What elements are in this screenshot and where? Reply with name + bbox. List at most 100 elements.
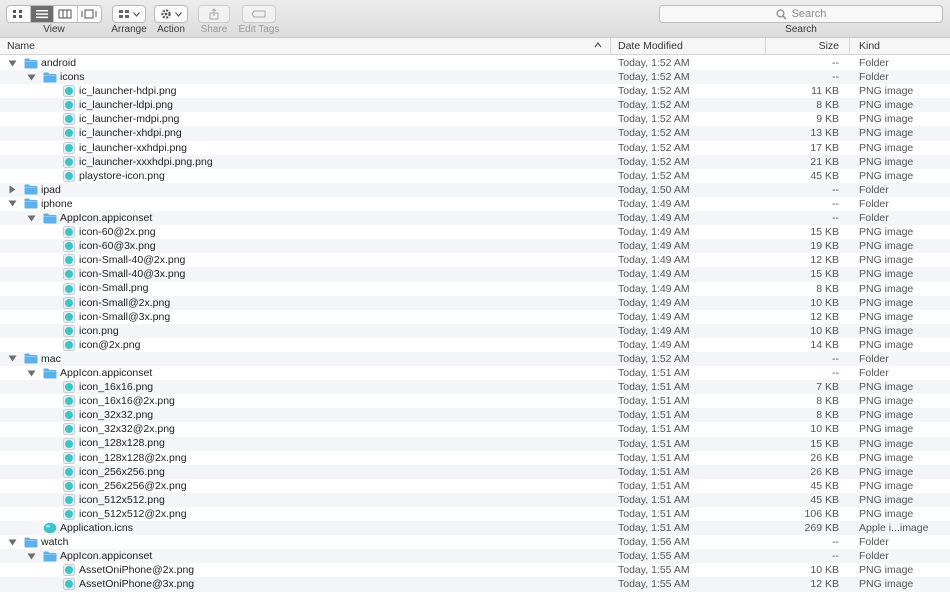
size-cell: 8 KB bbox=[816, 395, 839, 408]
date-modified-cell: Today, 1:51 AM bbox=[618, 381, 690, 394]
disclosure-triangle-open-icon[interactable] bbox=[26, 72, 36, 82]
file-row[interactable]: ic_launcher-hdpi.png Today, 1:52 AM 11 KB P… bbox=[0, 84, 950, 98]
file-row[interactable]: icon-60@3x.png Today, 1:49 AM 19 KB PNG ima… bbox=[0, 239, 950, 254]
name-cell: icon_32x32.png bbox=[0, 408, 153, 422]
png-file-icon bbox=[62, 479, 76, 492]
file-row[interactable]: icon@2x.png Today, 1:49 AM 14 KB PNG image bbox=[0, 338, 950, 352]
png-file-icon bbox=[62, 113, 76, 126]
disclosure-triangle-open-icon[interactable] bbox=[26, 213, 36, 223]
arrange-button[interactable] bbox=[112, 5, 146, 23]
folder-row[interactable]: AppIcon.appiconset Today, 1:49 AM -- Folder bbox=[0, 211, 950, 226]
date-modified-cell: Today, 1:49 AM bbox=[618, 296, 690, 309]
kind-column-header[interactable]: Kind bbox=[850, 38, 950, 54]
name-cell: icon-Small-40@2x.png bbox=[0, 253, 185, 267]
file-row[interactable]: AssetOniPhone@3x.png Today, 1:55 AM 12 KB P… bbox=[0, 577, 950, 592]
folder-row[interactable]: ipad Today, 1:50 AM -- Folder bbox=[0, 182, 950, 197]
folder-row[interactable]: watch Today, 1:56 AM -- Folder bbox=[0, 535, 950, 549]
share-button[interactable] bbox=[198, 5, 230, 23]
date-modified-cell: Today, 1:49 AM bbox=[618, 254, 690, 267]
disclosure-triangle-open-icon[interactable] bbox=[7, 354, 17, 364]
file-row[interactable]: Application.icns Today, 1:51 AM 269 KB Appl… bbox=[0, 521, 950, 536]
disclosure-triangle-open-icon[interactable] bbox=[7, 199, 17, 209]
file-row[interactable]: icon-Small@3x.png Today, 1:49 AM 12 KB PNG … bbox=[0, 310, 950, 324]
disclosure-triangle-open-icon[interactable] bbox=[7, 58, 17, 68]
name-column-header[interactable]: Name bbox=[0, 38, 611, 54]
file-row[interactable]: ic_launcher-mdpi.png Today, 1:52 AM 9 KB PN… bbox=[0, 112, 950, 126]
file-row[interactable]: icon_32x32.png Today, 1:51 AM 8 KB PNG imag… bbox=[0, 408, 950, 423]
file-row[interactable]: icon_128x128.png Today, 1:51 AM 15 KB PNG i… bbox=[0, 436, 950, 451]
file-row[interactable]: playstore-icon.png Today, 1:52 AM 45 KB PNG… bbox=[0, 169, 950, 183]
file-row[interactable]: icon-Small-40@3x.png Today, 1:49 AM 15 KB P… bbox=[0, 267, 950, 282]
icns-file-icon bbox=[43, 522, 57, 534]
date-modified-cell: Today, 1:51 AM bbox=[618, 409, 690, 422]
file-row[interactable]: icon-Small@2x.png Today, 1:49 AM 10 KB PNG … bbox=[0, 295, 950, 310]
png-file-icon bbox=[62, 324, 76, 337]
column-view-button[interactable] bbox=[54, 6, 78, 22]
list-view-button[interactable] bbox=[30, 6, 54, 22]
cover-flow-button[interactable] bbox=[78, 6, 101, 22]
date-modified-cell: Today, 1:51 AM bbox=[618, 451, 690, 464]
kind-cell: Folder bbox=[859, 352, 889, 365]
folder-row[interactable]: AppIcon.appiconset Today, 1:55 AM -- Folder bbox=[0, 549, 950, 564]
icon-view-button[interactable] bbox=[7, 6, 31, 22]
folder-row[interactable]: mac Today, 1:52 AM -- Folder bbox=[0, 351, 950, 367]
file-row[interactable]: AssetOniPhone@2x.png Today, 1:55 AM 10 KB P… bbox=[0, 563, 950, 577]
folder-icon bbox=[43, 367, 57, 379]
file-row[interactable]: ic_launcher-ldpi.png Today, 1:52 AM 8 KB PN… bbox=[0, 98, 950, 113]
file-row[interactable]: icon-Small-40@2x.png Today, 1:49 AM 12 KB P… bbox=[0, 253, 950, 267]
file-row[interactable]: icon_512x512@2x.png Today, 1:51 AM 106 KB P… bbox=[0, 507, 950, 521]
kind-cell: PNG image bbox=[859, 226, 914, 239]
file-name: AssetOniPhone@3x.png bbox=[79, 578, 195, 591]
file-row[interactable]: icon-60@2x.png Today, 1:49 AM 15 KB PNG ima… bbox=[0, 225, 950, 239]
file-row[interactable]: icon_128x128@2x.png Today, 1:51 AM 26 KB PN… bbox=[0, 451, 950, 465]
kind-cell: Folder bbox=[859, 536, 889, 549]
file-row[interactable]: icon_16x16.png Today, 1:51 AM 7 KB PNG imag… bbox=[0, 380, 950, 395]
file-row[interactable]: icon_512x512.png Today, 1:51 AM 45 KB PNG i… bbox=[0, 492, 950, 507]
file-row[interactable]: icon_256x256.png Today, 1:51 AM 26 KB PNG i… bbox=[0, 464, 950, 479]
date-modified-column-header[interactable]: Date Modified bbox=[611, 38, 766, 54]
size-cell: 45 KB bbox=[810, 169, 839, 182]
name-cell: icon.png bbox=[0, 324, 119, 338]
date-modified-cell: Today, 1:49 AM bbox=[618, 240, 690, 253]
date-modified-cell: Today, 1:55 AM bbox=[618, 550, 690, 563]
search-field[interactable]: Search bbox=[659, 5, 943, 23]
file-row[interactable]: ic_launcher-xhdpi.png Today, 1:52 AM 13 KB… bbox=[0, 126, 950, 141]
folder-row[interactable]: AppIcon.appiconset Today, 1:51 AM -- Folder bbox=[0, 366, 950, 380]
action-button[interactable] bbox=[154, 5, 188, 23]
edit-tags-button[interactable] bbox=[242, 5, 276, 23]
name-cell: playstore-icon.png bbox=[0, 169, 165, 183]
folder-row[interactable]: iphone Today, 1:49 AM -- Folder bbox=[0, 197, 950, 211]
date-modified-cell: Today, 1:52 AM bbox=[618, 141, 690, 154]
file-row[interactable]: icon-Small.png Today, 1:49 AM 8 KB PNG imag… bbox=[0, 282, 950, 296]
file-row[interactable]: icon.png Today, 1:49 AM 10 KB PNG image bbox=[0, 323, 950, 338]
folder-icon bbox=[24, 198, 38, 210]
folder-icon bbox=[24, 353, 38, 365]
file-row[interactable]: icon_16x16@2x.png Today, 1:51 AM 8 KB PNG i… bbox=[0, 394, 950, 408]
size-column-header[interactable]: Size bbox=[766, 38, 850, 54]
kind-cell: PNG image bbox=[859, 324, 914, 337]
disclosure-triangle-open-icon[interactable] bbox=[7, 537, 17, 547]
kind-cell: Apple i...image bbox=[859, 522, 929, 535]
file-name: icon_256x256@2x.png bbox=[79, 479, 187, 492]
size-cell: 45 KB bbox=[810, 493, 839, 506]
size-cell: -- bbox=[832, 352, 839, 365]
size-cell: 45 KB bbox=[810, 479, 839, 492]
view-label: View bbox=[43, 24, 65, 35]
file-row[interactable]: icon_256x256@2x.png Today, 1:51 AM 45 KB PN… bbox=[0, 479, 950, 493]
folder-row[interactable]: android Today, 1:52 AM -- Folder bbox=[0, 56, 950, 70]
file-row[interactable]: ic_launcher-xxhdpi.png Today, 1:52 AM 17 K… bbox=[0, 141, 950, 155]
date-modified-cell: Today, 1:55 AM bbox=[618, 564, 690, 577]
file-row[interactable]: ic_launcher-xxxhdpi.png.png Today, 1:52 A… bbox=[0, 154, 950, 169]
file-row[interactable]: icon_32x32@2x.png Today, 1:51 AM 10 KB PNG … bbox=[0, 422, 950, 436]
disclosure-triangle-closed-icon[interactable] bbox=[7, 185, 17, 195]
folder-icon bbox=[24, 57, 38, 69]
disclosure-triangle-open-icon[interactable] bbox=[26, 368, 36, 378]
disclosure-triangle-open-icon[interactable] bbox=[26, 551, 36, 561]
folder-row[interactable]: icons Today, 1:52 AM -- Folder bbox=[0, 70, 950, 85]
